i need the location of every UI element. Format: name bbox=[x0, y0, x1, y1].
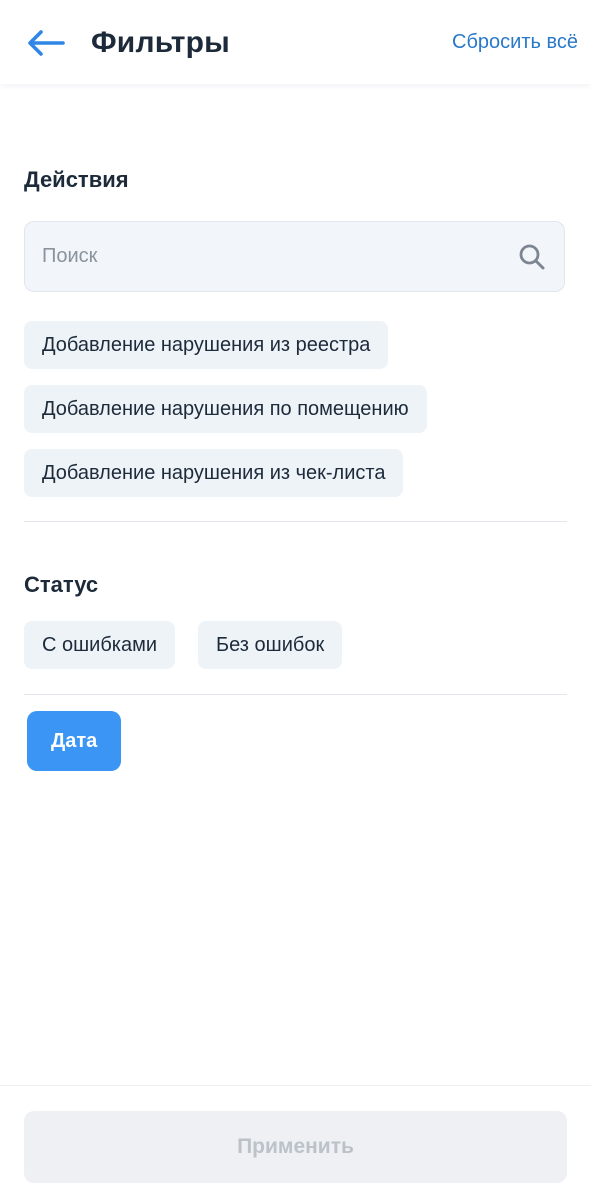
date-filter-button[interactable]: Дата bbox=[27, 711, 122, 771]
back-button[interactable] bbox=[22, 22, 70, 64]
status-section-title: Статус bbox=[24, 572, 99, 597]
status-chip-with-errors[interactable]: С ошибками bbox=[24, 621, 176, 669]
divider bbox=[24, 694, 567, 695]
action-chip-registry[interactable]: Добавление нарушения из реестра bbox=[24, 321, 389, 369]
actions-section-title: Действия bbox=[24, 167, 129, 192]
action-chip-checklist[interactable]: Добавление нарушения из чек-листа bbox=[24, 449, 404, 497]
reset-all-button[interactable]: Сбросить всё bbox=[452, 26, 578, 58]
page-title: Фильтры bbox=[91, 26, 230, 59]
apply-button[interactable]: Применить bbox=[24, 1111, 567, 1183]
search-input[interactable] bbox=[42, 222, 502, 291]
search-field[interactable] bbox=[24, 221, 565, 292]
footer-bar: Применить bbox=[0, 1085, 591, 1187]
header-bar: Фильтры Сбросить всё bbox=[0, 0, 591, 84]
search-icon[interactable] bbox=[518, 243, 546, 271]
arrow-left-icon bbox=[28, 30, 65, 56]
action-chip-room[interactable]: Добавление нарушения по помещению bbox=[24, 385, 427, 433]
status-chip-without-errors[interactable]: Без ошибок bbox=[198, 621, 343, 669]
divider bbox=[24, 521, 567, 522]
